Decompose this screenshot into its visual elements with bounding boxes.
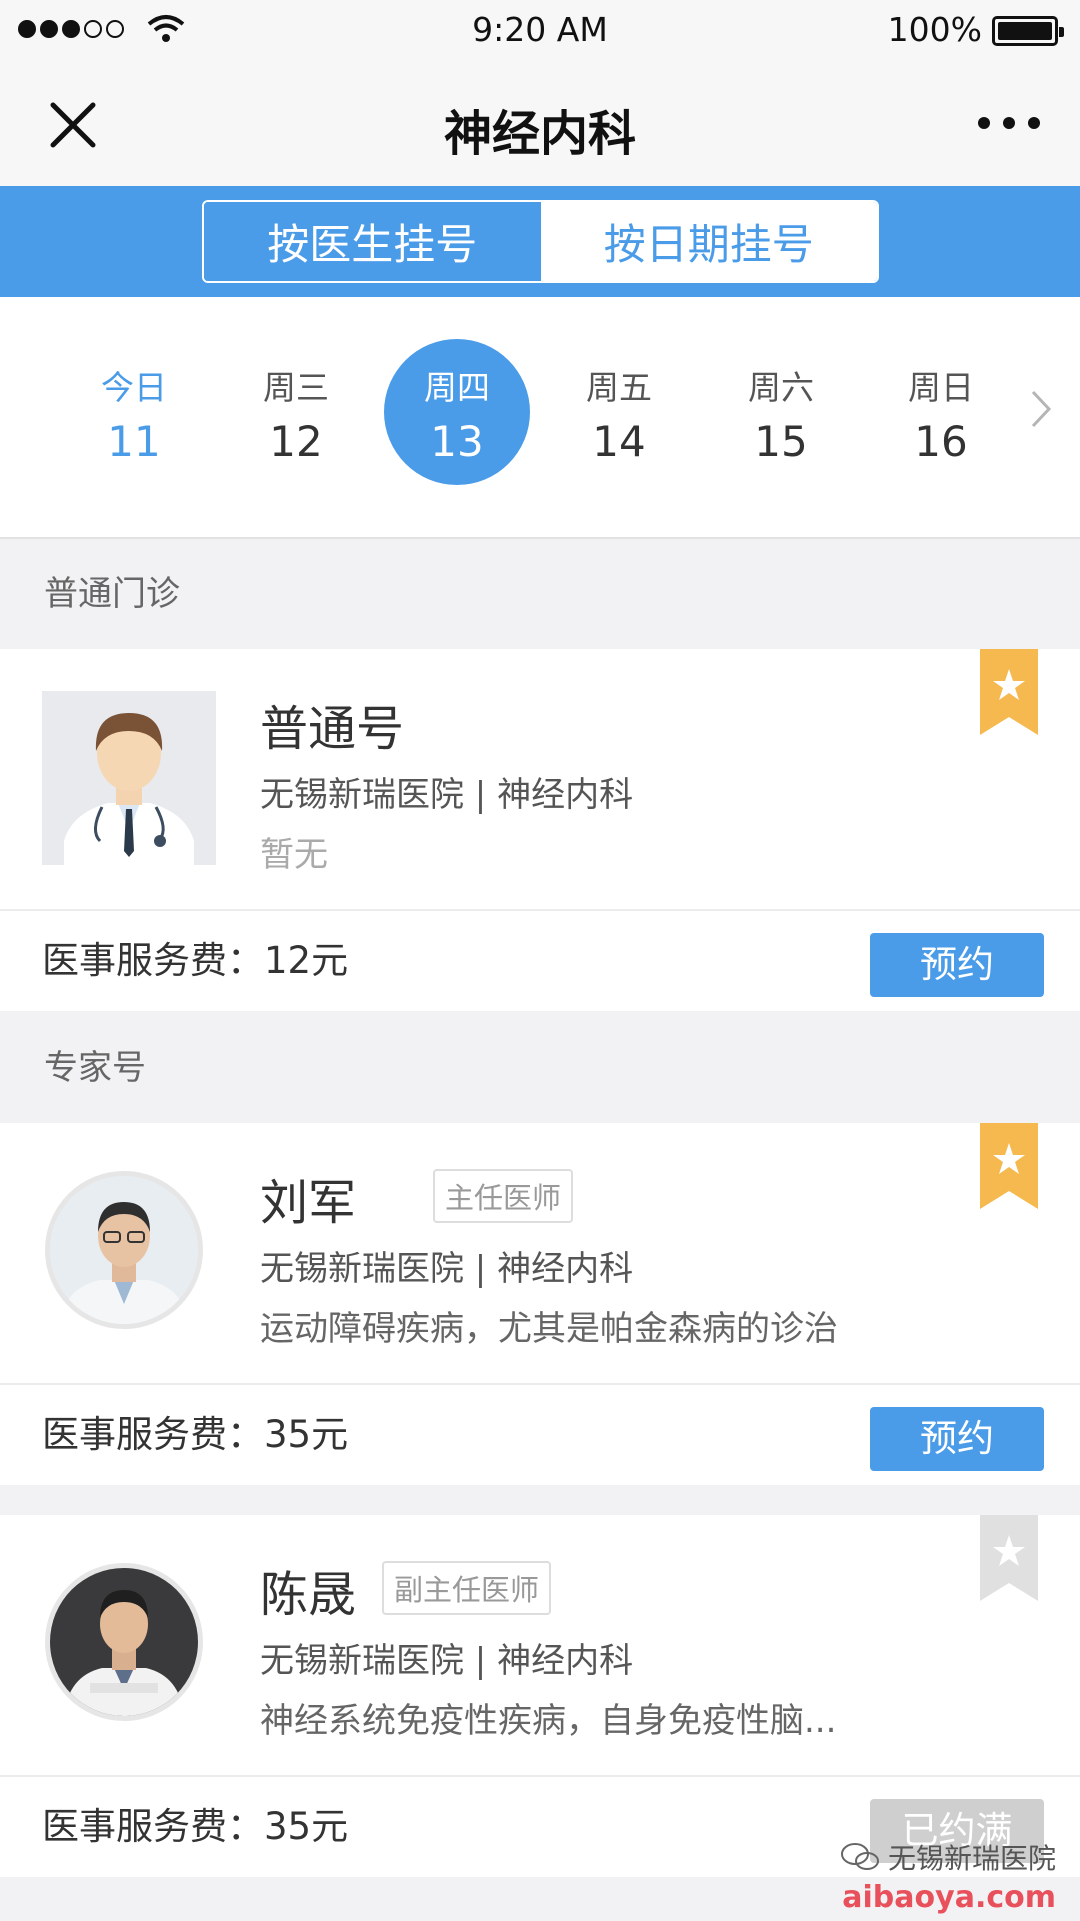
book-button[interactable]: 预约 — [870, 1407, 1044, 1471]
date-weekday: 今日 — [101, 368, 167, 407]
doctor-name: 刘军 — [260, 1175, 357, 1231]
date-weekday: 周三 — [263, 368, 329, 407]
bookmark-star-icon[interactable] — [980, 1515, 1038, 1601]
date-day: 12 — [269, 417, 323, 466]
page-title: 神经内科 — [443, 106, 636, 162]
date-weekday: 周四 — [424, 368, 490, 407]
wechat-icon — [840, 1843, 879, 1870]
date-item[interactable]: 周五 14 — [546, 339, 692, 485]
date-selector: 今日 11 周三 12 周四 13 周五 14 周六 15 周日 16 — [0, 297, 1080, 539]
bookmark-star-icon[interactable] — [980, 1123, 1038, 1209]
doctor-specialty: 运动障碍疾病，尤其是帕金森病的诊治 — [260, 1309, 838, 1349]
service-fee: 医事服务费：12元 — [42, 939, 349, 982]
date-weekday: 周六 — [748, 368, 814, 407]
nav-bar: 神经内科 — [0, 62, 1080, 186]
date-item[interactable]: 周日 16 — [868, 339, 1014, 485]
date-item[interactable]: 今日 11 — [61, 339, 207, 485]
tab-by-date[interactable]: 按日期挂号 — [540, 202, 877, 281]
date-day: 11 — [107, 417, 161, 466]
date-day: 14 — [592, 417, 646, 466]
date-day: 13 — [430, 417, 484, 466]
segment-bar: 按医生挂号 按日期挂号 — [0, 186, 1080, 297]
doctor-hospital: 无锡新瑞医院 | 神经内科 — [260, 1641, 634, 1681]
watermark-text: 无锡新瑞医院 — [887, 1842, 1056, 1875]
date-weekday: 周五 — [586, 368, 652, 407]
doctor-photo — [45, 1171, 203, 1329]
date-item[interactable]: 周三 12 — [223, 339, 369, 485]
date-day: 16 — [914, 417, 968, 466]
more-options-icon[interactable] — [978, 117, 1040, 129]
doctor-hospital: 无锡新瑞医院 | 神经内科 — [260, 1249, 634, 1289]
battery-percent: 100% — [887, 10, 982, 49]
doctor-title-badge: 主任医师 — [433, 1169, 574, 1223]
date-day: 15 — [754, 417, 808, 466]
service-fee: 医事服务费：35元 — [42, 1413, 349, 1456]
doctor-avatar — [42, 691, 216, 865]
status-bar: 9:20 AM 100% — [0, 0, 1080, 62]
doctor-specialty: 神经系统免疫性疾病，自身免疫性脑... — [260, 1701, 837, 1741]
doctor-title-badge: 副主任医师 — [382, 1561, 552, 1615]
watermark: 无锡新瑞医院 — [840, 1837, 1056, 1877]
doctor-card[interactable]: 陈晟 副主任医师 无锡新瑞医院 | 神经内科 神经系统免疫性疾病，自身免疫性脑.… — [0, 1515, 1080, 1877]
doctor-name: 普通号 — [260, 701, 405, 757]
watermark-url: aibaoya.com — [842, 1880, 1056, 1915]
bookmark-star-icon[interactable] — [980, 649, 1038, 735]
doctor-photo — [45, 1563, 203, 1721]
section-general: 普通门诊 — [0, 539, 1080, 649]
doctor-name: 陈晟 — [260, 1567, 357, 1623]
doctor-card[interactable]: 刘军 主任医师 无锡新瑞医院 | 神经内科 运动障碍疾病，尤其是帕金森病的诊治 … — [0, 1123, 1080, 1485]
date-item-selected[interactable]: 周四 13 — [384, 339, 530, 485]
doctor-specialty: 暂无 — [260, 835, 328, 875]
tab-by-doctor[interactable]: 按医生挂号 — [204, 202, 541, 281]
chevron-right-icon[interactable] — [1030, 389, 1052, 429]
date-weekday: 周日 — [908, 368, 974, 407]
service-fee: 医事服务费：35元 — [42, 1805, 349, 1848]
doctor-card[interactable]: 普通号 无锡新瑞医院 | 神经内科 暂无 医事服务费：12元 预约 — [0, 649, 1080, 1011]
date-item[interactable]: 周六 15 — [708, 339, 854, 485]
section-expert: 专家号 — [0, 1013, 1080, 1123]
book-button[interactable]: 预约 — [870, 933, 1044, 997]
registration-mode-toggle: 按医生挂号 按日期挂号 — [202, 200, 879, 283]
doctor-hospital: 无锡新瑞医院 | 神经内科 — [260, 775, 634, 815]
battery-icon — [992, 16, 1064, 46]
doctor-placeholder-icon — [42, 691, 216, 865]
